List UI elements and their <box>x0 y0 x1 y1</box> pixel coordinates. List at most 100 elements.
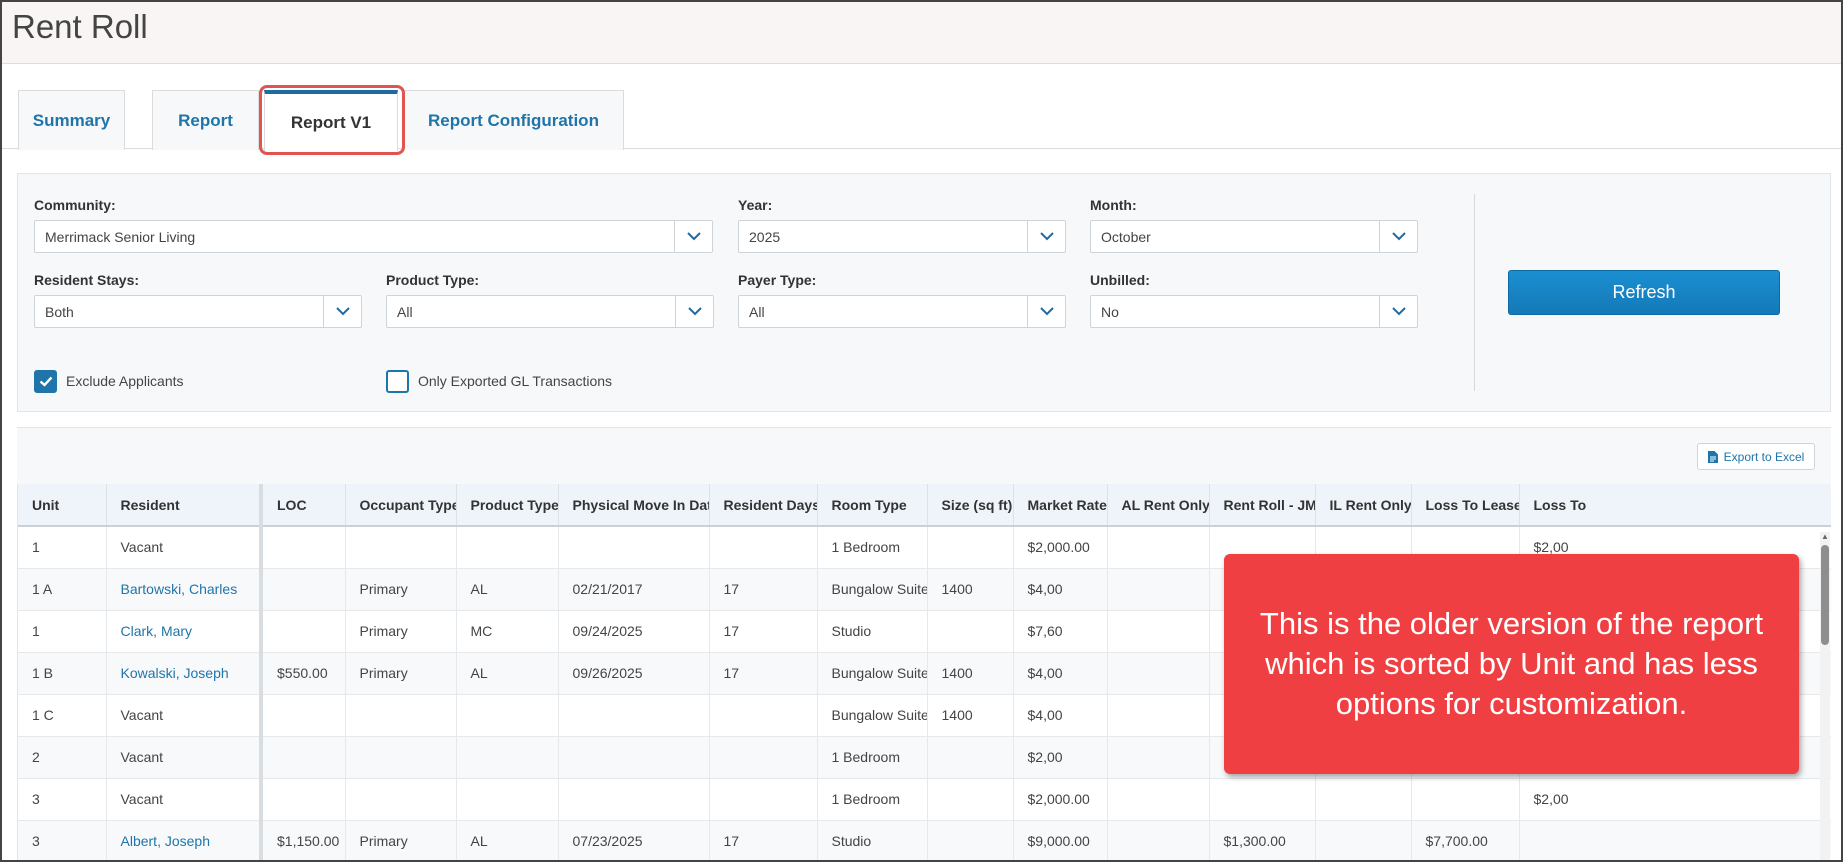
cell-loc: $550.00 <box>261 652 346 695</box>
tab-report-configuration[interactable]: Report Configuration <box>403 90 624 150</box>
cell-physical-move-in-date <box>558 694 710 737</box>
table-row[interactable]: 3 Vacant 1 Bedroom $2,000.00 $2,00 <box>18 778 1831 821</box>
cell-occupant-type <box>345 778 457 821</box>
month-label: Month: <box>1090 197 1137 213</box>
column-header-resident-days[interactable]: Resident Days <box>709 484 818 527</box>
cell-resident[interactable]: Clark, Mary <box>106 610 263 653</box>
resident-stays-label: Resident Stays: <box>34 272 140 288</box>
cell-product-type <box>456 694 559 737</box>
column-header-loc[interactable]: LOC <box>261 484 346 527</box>
cell-size <box>927 778 1014 821</box>
page-header: Rent Roll <box>2 2 1841 64</box>
cell-rent-roll-jm <box>1209 778 1316 821</box>
active-tab-highlight <box>259 85 405 155</box>
exclude-applicants-checkbox[interactable] <box>34 370 57 393</box>
resident-stays-select[interactable]: Both <box>34 295 362 328</box>
cell-resident-days <box>709 736 818 779</box>
cell-physical-move-in-date <box>558 736 710 779</box>
cell-product-type: AL <box>456 820 559 860</box>
column-header-loss-to[interactable]: Loss To <box>1519 484 1831 527</box>
cell-physical-move-in-date <box>558 526 710 569</box>
column-header-product-type[interactable]: Product Type <box>456 484 559 527</box>
year-value: 2025 <box>749 228 781 245</box>
cell-resident[interactable]: Bartowski, Charles <box>106 568 263 611</box>
cell-unit: 1 B <box>18 652 107 695</box>
year-label: Year: <box>738 197 773 213</box>
cell-resident-days <box>709 694 818 737</box>
cell-al-rent-only <box>1107 820 1210 860</box>
cell-size <box>927 736 1014 779</box>
chevron-down-icon <box>1379 296 1417 327</box>
column-header-resident[interactable]: Resident <box>106 484 263 527</box>
cell-resident: Vacant <box>106 736 263 779</box>
cell-occupant-type <box>345 736 457 779</box>
cell-size: 1400 <box>927 568 1014 611</box>
cell-product-type <box>456 526 559 569</box>
cell-occupant-type: Primary <box>345 610 457 653</box>
cell-room-type: 1 Bedroom <box>817 778 928 821</box>
column-header-market-rate[interactable]: Market Rate <box>1013 484 1108 527</box>
scrollbar-thumb[interactable] <box>1821 545 1829 645</box>
column-header-loss-to-lease[interactable]: Loss To Lease <box>1411 484 1520 527</box>
chevron-down-icon <box>1379 221 1417 252</box>
table-row[interactable]: 3 Albert, Joseph $1,150.00 Primary AL 07/23/2… <box>18 820 1831 860</box>
cell-size <box>927 820 1014 860</box>
cell-resident[interactable]: Kowalski, Joseph <box>106 652 263 695</box>
cell-al-rent-only <box>1107 610 1210 653</box>
cell-loc <box>261 736 346 779</box>
column-header-room-type[interactable]: Room Type <box>817 484 928 527</box>
column-header-occupant-type[interactable]: Occupant Type <box>345 484 457 527</box>
cell-market-rate: $9,000.00 <box>1013 820 1108 860</box>
exclude-applicants-label: Exclude Applicants <box>66 373 184 389</box>
month-select[interactable]: October <box>1090 220 1418 253</box>
cell-product-type <box>456 778 559 821</box>
cell-product-type: MC <box>456 610 559 653</box>
product-type-select[interactable]: All <box>386 295 714 328</box>
tab-report[interactable]: Report <box>152 90 259 150</box>
only-exported-gl-checkbox[interactable] <box>386 370 409 393</box>
year-select[interactable]: 2025 <box>738 220 1066 253</box>
cell-size <box>927 526 1014 569</box>
cell-loc <box>261 610 346 653</box>
cell-occupant-type: Primary <box>345 820 457 860</box>
cell-rent-roll-jm: $1,300.00 <box>1209 820 1316 860</box>
cell-resident: Vacant <box>106 778 263 821</box>
cell-product-type: AL <box>456 652 559 695</box>
cell-occupant-type <box>345 694 457 737</box>
unbilled-label: Unbilled: <box>1090 272 1150 288</box>
cell-size: 1400 <box>927 694 1014 737</box>
scroll-up-arrow-icon[interactable]: ▲ <box>1820 532 1830 542</box>
column-header-rent-roll-jm[interactable]: Rent Roll - JM <box>1209 484 1316 527</box>
payer-type-select[interactable]: All <box>738 295 1066 328</box>
refresh-button[interactable]: Refresh <box>1508 270 1780 315</box>
cell-unit: 1 <box>18 526 107 569</box>
page-title: Rent Roll <box>12 8 148 45</box>
column-header-size[interactable]: Size (sq ft) <box>927 484 1014 527</box>
cell-room-type: 1 Bedroom <box>817 526 928 569</box>
cell-resident: Vacant <box>106 694 263 737</box>
cell-unit: 1 A <box>18 568 107 611</box>
cell-occupant-type: Primary <box>345 568 457 611</box>
column-header-il-rent-only[interactable]: IL Rent Only <box>1315 484 1412 527</box>
cell-room-type: Studio <box>817 610 928 653</box>
chevron-down-icon <box>1027 296 1065 327</box>
cell-il-rent-only <box>1315 778 1412 821</box>
community-select[interactable]: Merrimack Senior Living <box>34 220 713 253</box>
unbilled-select[interactable]: No <box>1090 295 1418 328</box>
cell-room-type: Bungalow Suite <box>817 568 928 611</box>
cell-resident-days <box>709 778 818 821</box>
cell-market-rate: $2,000.00 <box>1013 778 1108 821</box>
cell-resident[interactable]: Albert, Joseph <box>106 820 263 860</box>
column-header-unit[interactable]: Unit <box>18 484 107 527</box>
column-header-al-rent-only[interactable]: AL Rent Only <box>1107 484 1210 527</box>
export-to-excel-button[interactable]: Export to Excel <box>1697 443 1815 470</box>
cell-resident-days: 17 <box>709 820 818 860</box>
cell-al-rent-only <box>1107 694 1210 737</box>
cell-al-rent-only <box>1107 652 1210 695</box>
tab-summary[interactable]: Summary <box>18 90 125 150</box>
column-header-physical-move-in-date[interactable]: Physical Move In Date <box>558 484 710 527</box>
chevron-down-icon <box>323 296 361 327</box>
community-label: Community: <box>34 197 116 213</box>
cell-market-rate: $4,00 <box>1013 694 1108 737</box>
cell-al-rent-only <box>1107 568 1210 611</box>
